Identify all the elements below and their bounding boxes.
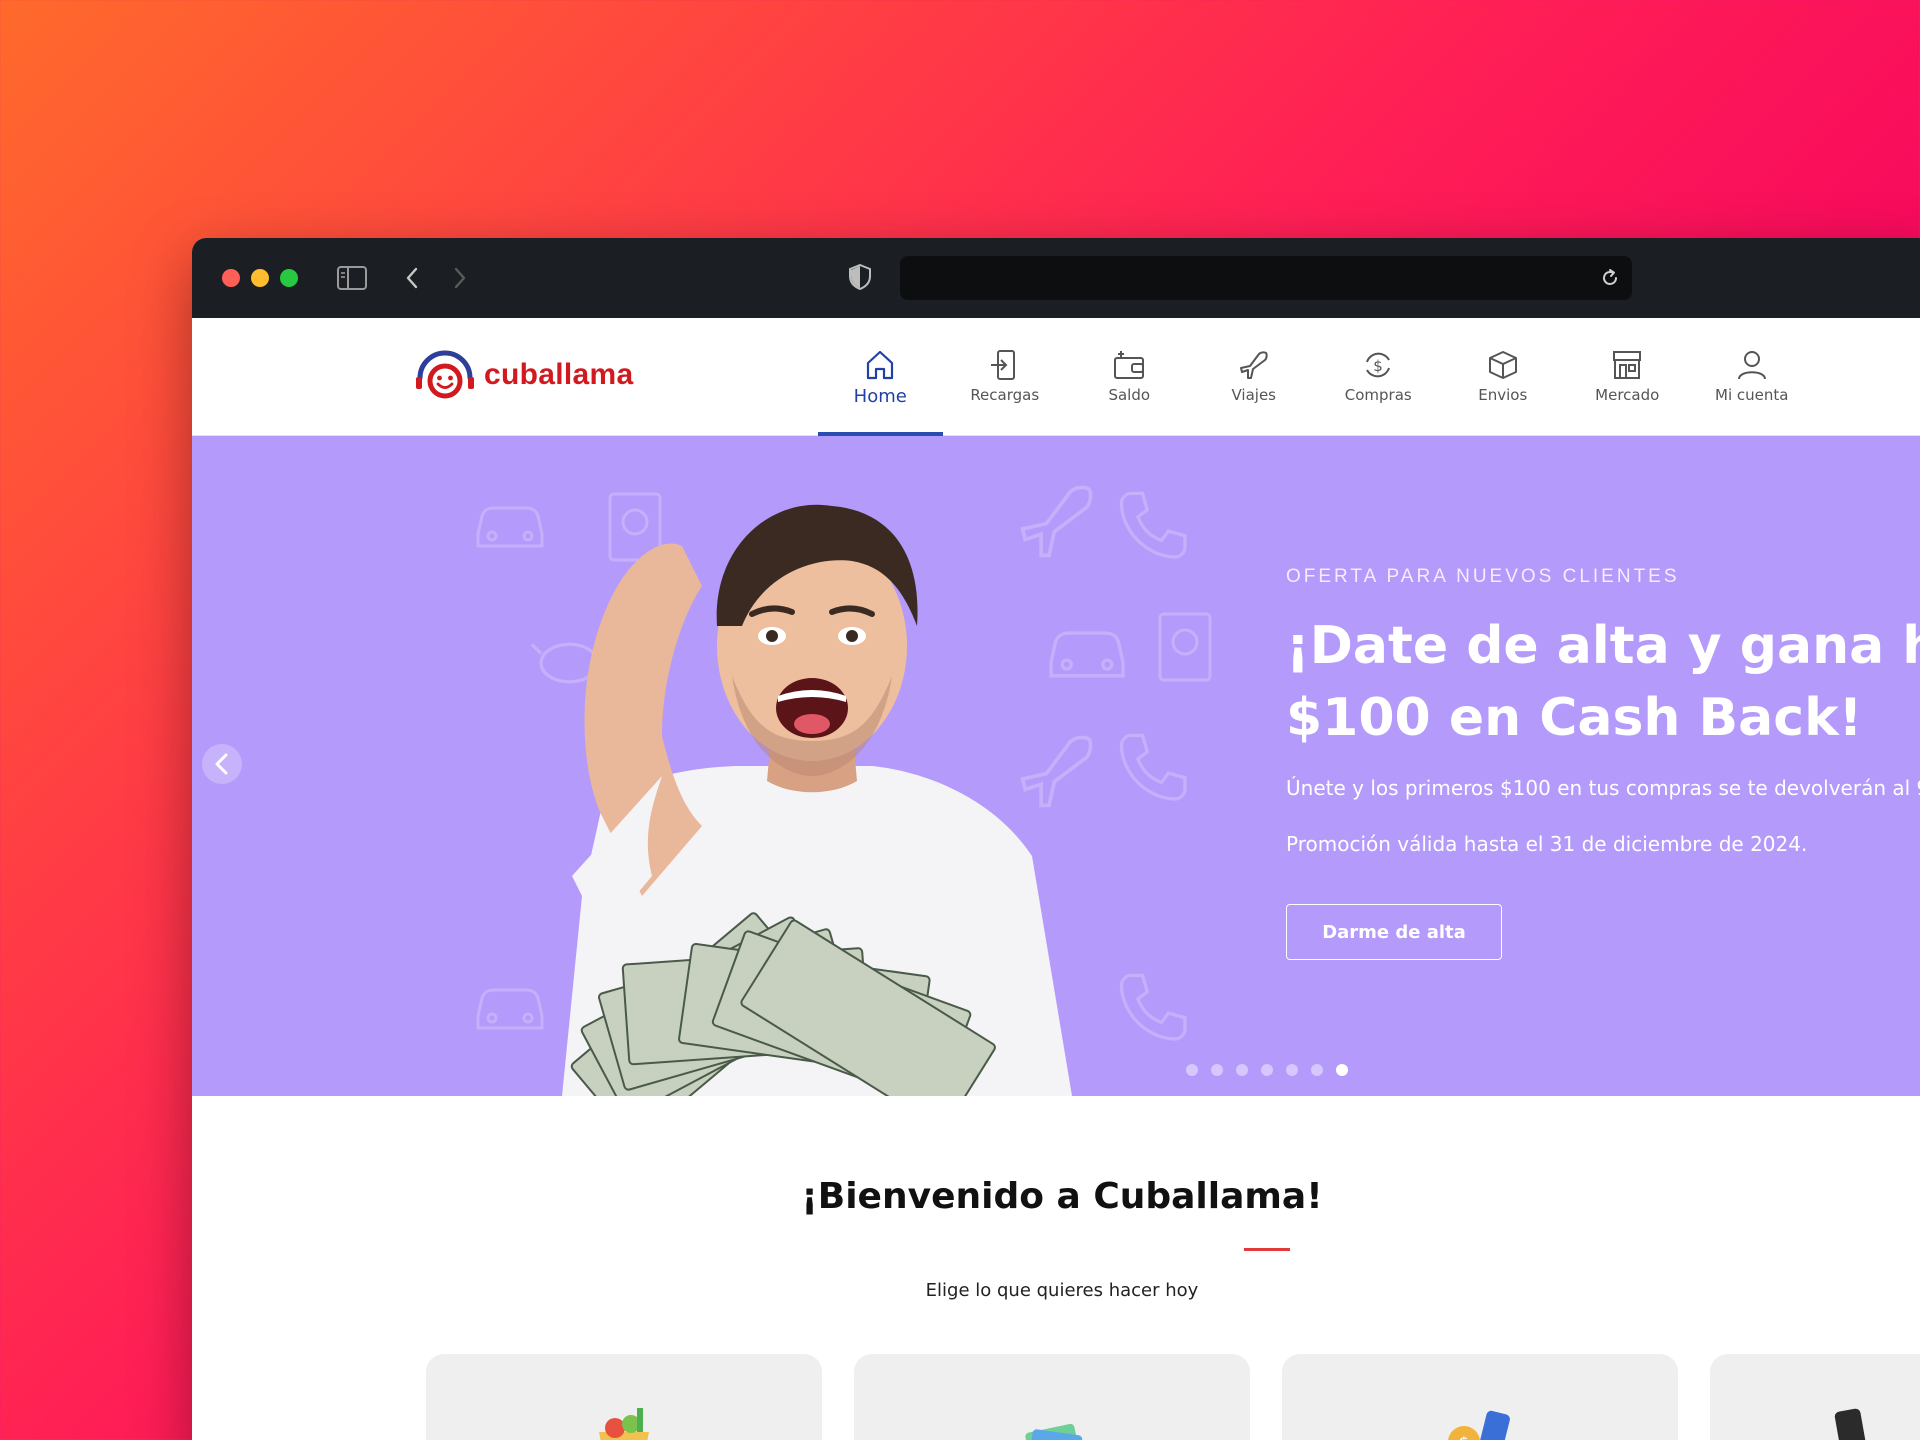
smiley-logo-icon bbox=[416, 350, 474, 399]
hero-title: ¡Date de alta y gana ha $100 en Cash Bac… bbox=[1286, 610, 1920, 754]
nav-label-home: Home bbox=[853, 386, 907, 407]
service-card-cash[interactable] bbox=[854, 1354, 1250, 1440]
reload-icon[interactable] bbox=[1600, 268, 1620, 288]
excited-man-with-cash-image bbox=[562, 504, 1072, 1096]
maximize-window-button[interactable] bbox=[280, 269, 298, 287]
coin-phone-icon: $ bbox=[1448, 1410, 1510, 1440]
nav-label-viajes: Viajes bbox=[1231, 386, 1276, 404]
welcome-title: ¡Bienvenido a Cuballama! bbox=[801, 1176, 1323, 1217]
carousel-dot[interactable] bbox=[1311, 1064, 1323, 1076]
carousel-dot[interactable] bbox=[1186, 1064, 1198, 1076]
store-icon bbox=[1613, 351, 1642, 379]
passport-pattern-icon-2 bbox=[1158, 612, 1212, 682]
minimize-window-button[interactable] bbox=[251, 269, 269, 287]
hero-banner: OFERTA PARA NUEVOS CLIENTES ¡Date de alt… bbox=[192, 436, 1920, 1096]
back-arrow-icon[interactable] bbox=[404, 266, 420, 290]
close-window-button[interactable] bbox=[222, 269, 240, 287]
main-nav: Home Recargas Saldo Viajes $ Compras Env… bbox=[818, 318, 1814, 436]
hero-eyebrow: OFERTA PARA NUEVOS CLIENTES bbox=[1286, 566, 1680, 587]
service-card-groceries[interactable] bbox=[426, 1354, 822, 1440]
sidebar-toggle-icon[interactable] bbox=[337, 266, 367, 290]
nav-item-mercado[interactable]: Mercado bbox=[1565, 318, 1690, 436]
hero-promo-text: Promoción válida hasta el 31 de diciembr… bbox=[1286, 832, 1808, 856]
svg-text:$: $ bbox=[1373, 357, 1383, 375]
nav-item-envios[interactable]: Envios bbox=[1441, 318, 1566, 436]
nav-label-compras: Compras bbox=[1344, 386, 1412, 404]
nav-item-saldo[interactable]: Saldo bbox=[1067, 318, 1192, 436]
welcome-section: ¡Bienvenido a Cuballama! Elige lo que qu… bbox=[192, 1096, 1920, 1440]
signup-button[interactable]: Darme de alta bbox=[1286, 904, 1502, 960]
hero-subtitle: Únete y los primeros $100 en tus compras… bbox=[1286, 776, 1920, 800]
carousel-dot[interactable] bbox=[1336, 1064, 1348, 1076]
browser-toolbar bbox=[192, 238, 1920, 318]
package-icon bbox=[1488, 351, 1517, 379]
hero-content: OFERTA PARA NUEVOS CLIENTES ¡Date de alt… bbox=[1286, 566, 1920, 960]
dollar-cycle-icon: $ bbox=[1366, 352, 1391, 378]
cuballama-logo[interactable]: cuballama bbox=[414, 348, 633, 402]
nav-item-compras[interactable]: $ Compras bbox=[1316, 318, 1441, 436]
nav-item-recargas[interactable]: Recargas bbox=[943, 318, 1068, 436]
carousel-prev-button[interactable] bbox=[202, 744, 242, 784]
nav-label-mi-cuenta: Mi cuenta bbox=[1715, 386, 1789, 404]
carousel-dot[interactable] bbox=[1211, 1064, 1223, 1076]
address-bar[interactable] bbox=[900, 256, 1632, 300]
nav-item-viajes[interactable]: Viajes bbox=[1192, 318, 1317, 436]
nav-label-saldo: Saldo bbox=[1108, 386, 1151, 404]
logo-wordmark: cuballama bbox=[484, 358, 634, 391]
welcome-subtitle: Elige lo que quieres hacer hoy bbox=[925, 1280, 1199, 1301]
hero-title-line-2: $100 en Cash Back! bbox=[1286, 688, 1863, 748]
carousel-dot[interactable] bbox=[1261, 1064, 1273, 1076]
browser-window: cuballama Home Recargas Saldo Viajes $ C… bbox=[192, 238, 1920, 1440]
svg-text:$: $ bbox=[1459, 1433, 1469, 1440]
carousel-dot[interactable] bbox=[1286, 1064, 1298, 1076]
title-divider bbox=[1244, 1248, 1290, 1251]
site-header: cuballama Home Recargas Saldo Viajes $ C… bbox=[192, 318, 1920, 436]
home-icon bbox=[867, 350, 894, 380]
cash-icon bbox=[1025, 1423, 1083, 1440]
nav-label-mercado: Mercado bbox=[1595, 386, 1660, 404]
nav-item-home[interactable]: Home bbox=[818, 318, 943, 436]
carousel-dots bbox=[1186, 1064, 1348, 1076]
nav-item-mi-cuenta[interactable]: Mi cuenta bbox=[1690, 318, 1815, 436]
shield-icon[interactable] bbox=[849, 264, 871, 290]
service-cards: $ bbox=[426, 1354, 1920, 1440]
carousel-dot[interactable] bbox=[1236, 1064, 1248, 1076]
hero-title-line-1: ¡Date de alta y gana ha bbox=[1286, 616, 1920, 676]
nav-label-envios: Envios bbox=[1478, 386, 1528, 404]
service-card-coin-phone[interactable]: $ bbox=[1282, 1354, 1678, 1440]
groceries-icon bbox=[599, 1408, 649, 1440]
phone-transfer-icon bbox=[990, 350, 1015, 380]
chevron-left-icon bbox=[215, 753, 228, 775]
user-icon bbox=[1737, 351, 1766, 380]
forward-arrow-icon[interactable] bbox=[452, 266, 468, 290]
nav-label-recargas: Recargas bbox=[970, 386, 1040, 404]
wallet-icon bbox=[1114, 351, 1145, 379]
phone-icon bbox=[1834, 1408, 1868, 1440]
plane-icon bbox=[1239, 351, 1268, 379]
service-card-phone[interactable] bbox=[1710, 1354, 1920, 1440]
